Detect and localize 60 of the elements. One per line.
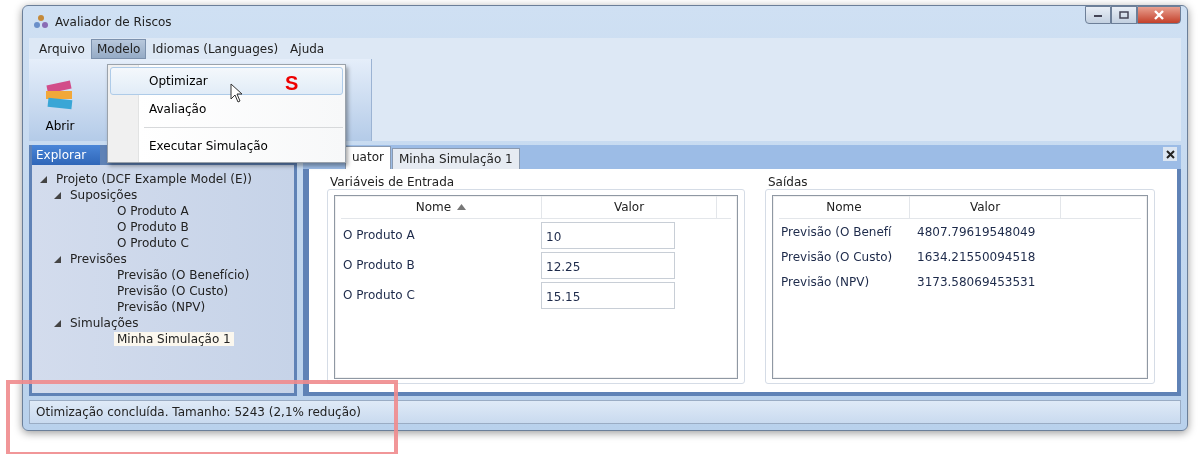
tree-item[interactable]: Previsão (NPV) [114,300,209,314]
table-cell-text: 4807.79619548049 [916,224,1036,239]
maximize-button[interactable] [1111,6,1137,24]
value-field[interactable]: 12.25 [541,251,675,279]
expanded-arrow-icon[interactable] [38,174,48,184]
expanded-arrow-icon[interactable] [52,190,62,200]
close-tab-button[interactable] [1163,147,1177,161]
mouse-pointer-icon [230,83,244,103]
table-cell-text: O Produto B [342,258,416,272]
tree-item[interactable]: Previsões [67,252,130,266]
column-header[interactable]: Valor [542,196,717,218]
value-field[interactable]: 15.15 [541,281,675,309]
tree-item[interactable]: Minha Simulação 1 [114,332,234,346]
close-icon [1165,149,1175,159]
menu-item[interactable]: Modelo [90,38,147,59]
group-title: Saídas [767,175,809,189]
annotation-label: S [285,72,299,95]
header-label: Nome [415,200,452,214]
table-cell-text: Previsão (NPV) [780,274,871,289]
window-title: Avaliador de Riscos [55,15,173,29]
table-cell-text: Previsão (O Custo) [780,249,894,264]
minimize-icon [1093,12,1103,18]
value-field[interactable]: 10 [541,221,675,249]
tree-item[interactable]: Previsão (O Custo) [114,284,232,298]
header-label: Nome [826,200,862,214]
explorer-header[interactable]: Explorar [32,145,100,165]
menu-item[interactable]: Arquivo [33,38,91,59]
status-text: Otimização concluída. Tamanho: 5243 (2,1% redução) [36,405,362,419]
minimize-button[interactable] [1085,6,1111,24]
expanded-arrow-icon[interactable] [52,254,62,264]
group-title: Variáveis de Entrada [329,175,456,189]
menu-item[interactable]: Avaliação [110,95,343,123]
tree-item[interactable]: O Produto B [114,220,192,234]
expanded-arrow-icon[interactable] [52,318,62,328]
column-header[interactable]: Nome [779,196,910,218]
close-button[interactable] [1137,6,1181,24]
table-cell-text: 1634.21550094518 [916,249,1036,264]
app-icon [33,14,49,30]
menu-item[interactable]: Ajuda [284,38,331,59]
open-button[interactable]: Abrir [37,59,83,141]
tree-item[interactable]: Projeto (DCF Example Model (E)) [53,172,255,186]
column-header[interactable]: Valor [910,196,1061,218]
header-label: Valor [969,200,1001,214]
close-icon [1153,10,1165,20]
header-label: Valor [613,200,645,214]
menu-item[interactable]: Executar Simulação [110,132,343,160]
column-header[interactable]: Nome [341,196,542,218]
tab[interactable]: uator [345,146,391,169]
tab[interactable]: Minha Simulação 1 [391,148,520,169]
tree-item[interactable]: Suposições [67,188,141,202]
table-cell-text: Previsão (O Benefí [780,224,893,239]
menu-item[interactable]: Idiomas (Languages) [146,38,285,59]
tree-item[interactable]: Previsão (O Benefício) [114,268,253,282]
tree-item[interactable]: O Produto C [114,236,192,250]
table-cell-text: O Produto A [342,228,416,242]
table-cell-text: 3173.58069453531 [916,274,1036,289]
tree-item[interactable]: Simulações [67,316,142,330]
tree-item[interactable]: O Produto A [114,204,192,218]
table-cell-text: O Produto C [342,288,416,302]
maximize-icon [1119,11,1129,19]
